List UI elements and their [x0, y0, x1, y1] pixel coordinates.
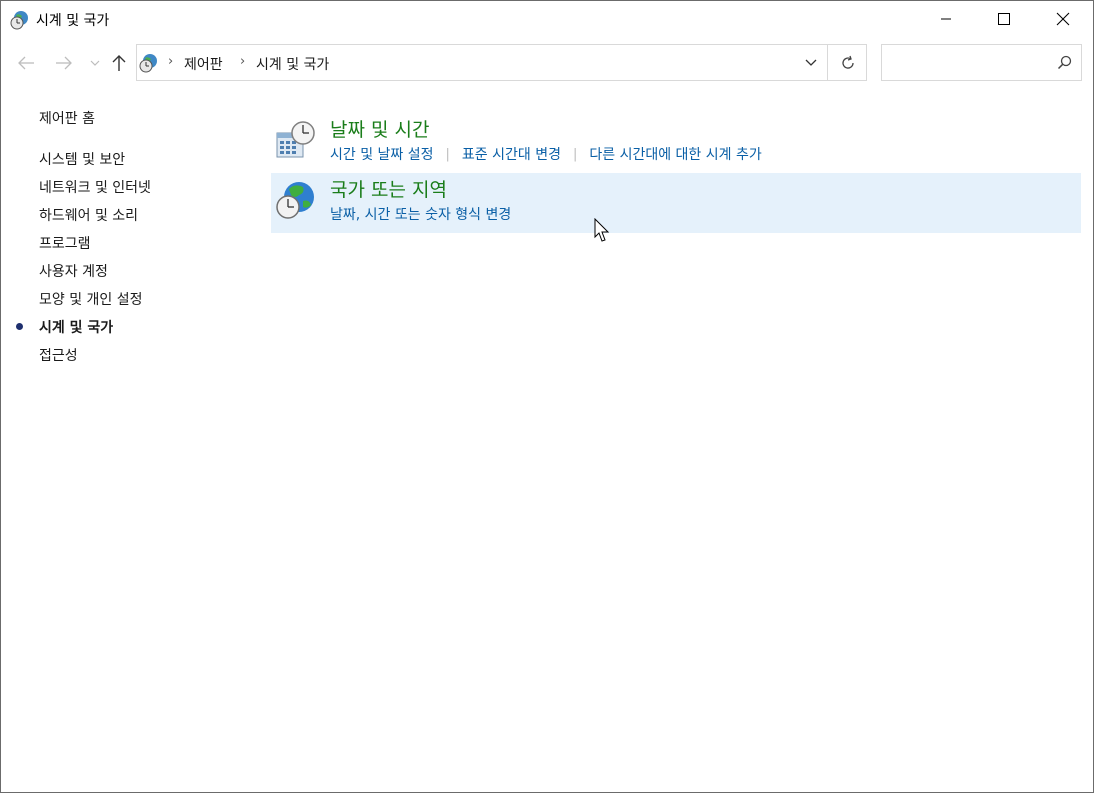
link-separator: |: [572, 146, 578, 162]
arrow-right-icon: [56, 56, 72, 70]
close-icon: [1056, 12, 1070, 26]
link-set-time-date[interactable]: 시간 및 날짜 설정: [330, 144, 434, 164]
sidebar-item-appearance[interactable]: 모양 및 개인 설정: [39, 289, 143, 309]
breadcrumb-control-panel[interactable]: 제어판: [184, 54, 223, 74]
search-icon[interactable]: [1057, 55, 1072, 70]
breadcrumb-separator[interactable]: ›: [240, 54, 245, 69]
category-links-date-time: 시간 및 날짜 설정 | 표준 시간대 변경 | 다른 시간대에 대한 시계 추…: [330, 144, 762, 164]
sidebar-item-ease-of-access[interactable]: 접근성: [39, 345, 78, 365]
clock-globe-icon: [139, 54, 157, 73]
minimize-icon: [941, 18, 951, 20]
category-title-date-time[interactable]: 날짜 및 시간: [330, 115, 429, 142]
close-button[interactable]: [1034, 1, 1092, 37]
address-dropdown-button[interactable]: [794, 45, 827, 80]
refresh-icon: [841, 55, 854, 69]
control-panel-window: 시계 및 국가 › 제어판 › 시계 및 국가 제어판 홈 시스템 및 보안 네…: [0, 0, 1094, 793]
title-bar[interactable]: 시계 및 국가: [1, 1, 1093, 37]
search-input[interactable]: [881, 44, 1082, 81]
sidebar-item-hardware-sound[interactable]: 하드웨어 및 소리: [39, 205, 138, 225]
breadcrumb-separator[interactable]: ›: [168, 54, 173, 69]
category-date-time: 날짜 및 시간 시간 및 날짜 설정 | 표준 시간대 변경 | 다른 시간대에…: [271, 113, 1081, 173]
link-separator: |: [445, 146, 450, 162]
back-button[interactable]: [13, 51, 39, 75]
window-title: 시계 및 국가: [36, 13, 110, 29]
category-region[interactable]: 국가 또는 지역 날짜, 시간 또는 숫자 형식 변경: [271, 173, 1081, 233]
link-change-formats[interactable]: 날짜, 시간 또는 숫자 형식 변경: [330, 204, 511, 224]
sidebar-item-system-security[interactable]: 시스템 및 보안: [39, 149, 125, 169]
category-title-region[interactable]: 국가 또는 지역: [330, 175, 447, 202]
arrow-up-icon: [112, 55, 126, 71]
maximize-icon: [998, 13, 1010, 25]
link-add-clocks[interactable]: 다른 시간대에 대한 시계 추가: [589, 144, 761, 164]
category-links-region: 날짜, 시간 또는 숫자 형식 변경: [330, 204, 511, 224]
up-button[interactable]: [107, 51, 131, 75]
forward-button[interactable]: [51, 51, 77, 75]
active-item-bullet: [16, 323, 23, 330]
sidebar-item-clock-region[interactable]: 시계 및 국가: [39, 317, 113, 337]
address-bar[interactable]: › 제어판 › 시계 및 국가: [136, 44, 867, 81]
sidebar-home-link[interactable]: 제어판 홈: [39, 108, 95, 128]
globe-clock-icon[interactable]: [275, 179, 317, 221]
link-change-time-zone[interactable]: 표준 시간대 변경: [462, 144, 561, 164]
navigation-bar: › 제어판 › 시계 및 국가: [1, 44, 1093, 84]
refresh-button[interactable]: [827, 45, 867, 80]
clock-globe-icon: [10, 11, 28, 30]
chevron-down-icon: [805, 59, 816, 66]
minimize-button[interactable]: [917, 1, 975, 37]
maximize-button[interactable]: [975, 1, 1033, 37]
recent-locations-button[interactable]: [87, 51, 103, 75]
sidebar-item-user-accounts[interactable]: 사용자 계정: [39, 261, 108, 281]
mouse-cursor-icon: [594, 218, 610, 242]
chevron-down-icon: [90, 60, 100, 66]
breadcrumb-clock-region[interactable]: 시계 및 국가: [256, 54, 329, 74]
calendar-clock-icon[interactable]: [275, 119, 317, 161]
sidebar-item-programs[interactable]: 프로그램: [39, 233, 91, 253]
sidebar-item-network-internet[interactable]: 네트워크 및 인터넷: [39, 177, 151, 197]
arrow-left-icon: [18, 56, 34, 70]
